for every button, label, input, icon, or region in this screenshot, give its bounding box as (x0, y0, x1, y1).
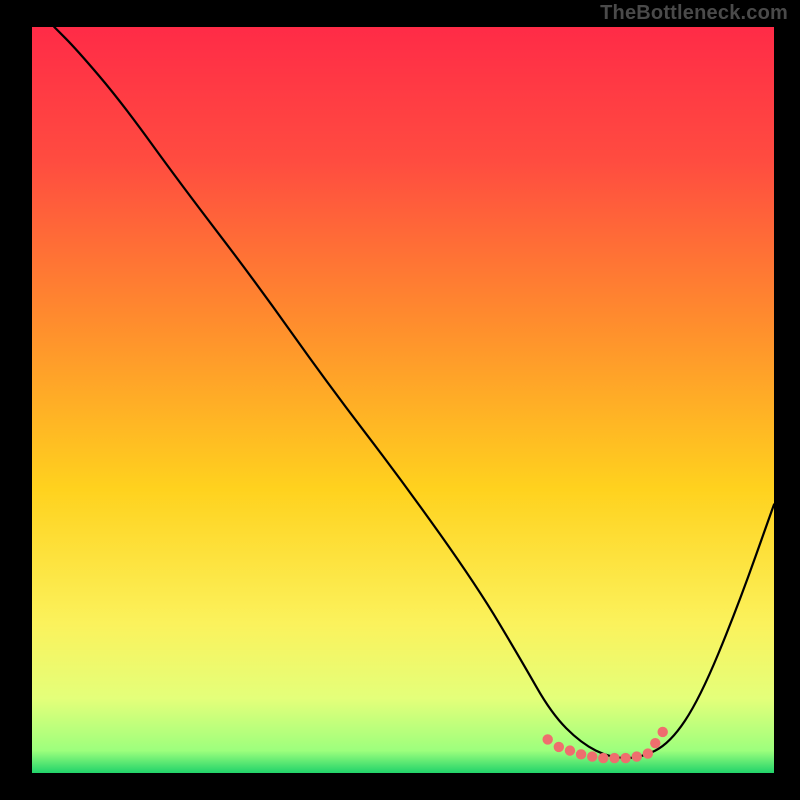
watermark-text: TheBottleneck.com (600, 2, 788, 25)
optimal-marker (650, 738, 660, 748)
optimal-marker (658, 727, 668, 737)
optimal-marker (643, 748, 653, 758)
optimal-marker (587, 751, 597, 761)
chart-container: TheBottleneck.com (0, 0, 800, 800)
optimal-marker (632, 751, 642, 761)
optimal-marker (576, 749, 586, 759)
plot-background (32, 27, 774, 773)
optimal-marker (565, 745, 575, 755)
bottleneck-chart (32, 27, 774, 773)
optimal-marker (542, 734, 552, 744)
optimal-marker (620, 753, 630, 763)
optimal-marker (598, 753, 608, 763)
optimal-marker (554, 742, 564, 752)
optimal-marker (609, 753, 619, 763)
